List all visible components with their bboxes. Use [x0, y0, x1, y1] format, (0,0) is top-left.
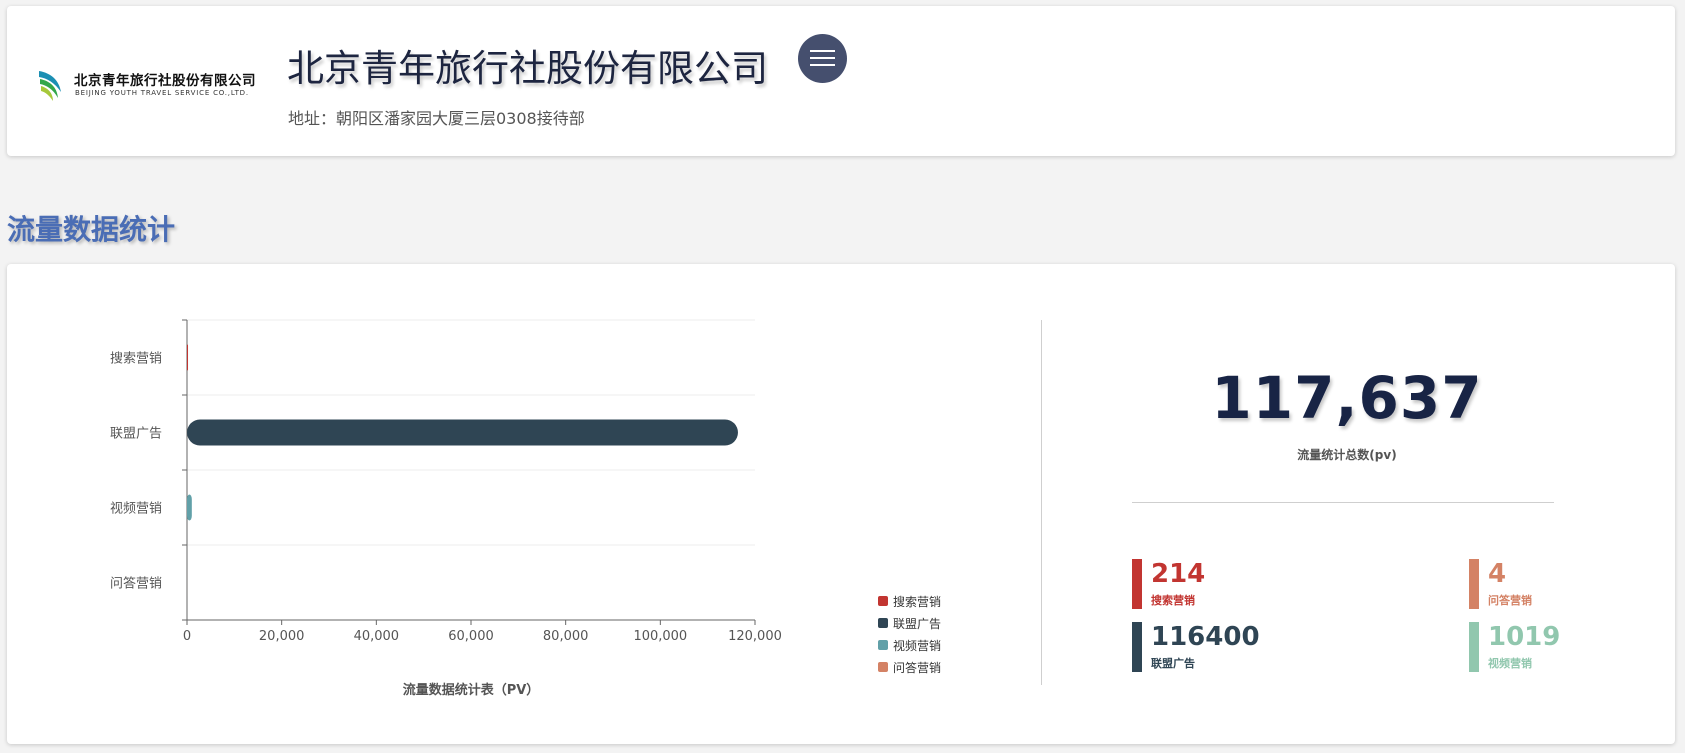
y-category-label: 联盟广告 — [110, 427, 162, 442]
stat-value: 116400 — [1151, 622, 1260, 652]
legend-label: 问答营销 — [893, 660, 941, 675]
stats-card: 0 20,000 40,000 60,000 80,000 100,000 120,000 搜… — [7, 264, 1675, 744]
hamburger-menu-icon — [810, 64, 835, 66]
y-category-label: 问答营销 — [110, 576, 162, 592]
vertical-divider — [1041, 320, 1042, 685]
bar-0 — [187, 344, 189, 371]
hamburger-menu-icon — [810, 50, 835, 52]
stat-value: 1019 — [1488, 622, 1561, 652]
x-tick-label: 40,000 — [354, 629, 400, 644]
stat-color-bar — [1132, 559, 1142, 609]
x-tick-label: 120,000 — [728, 629, 782, 644]
stat-label: 搜索营销 — [1151, 594, 1195, 607]
total-pv-value: 117,637 — [1211, 364, 1483, 432]
legend-label: 视频营销 — [893, 638, 941, 653]
header-card: 北京青年旅行社股份有限公司 BEIJING YOUTH TRAVEL SERVI… — [7, 6, 1675, 156]
stat-label: 联盟广告 — [1151, 657, 1195, 670]
hamburger-menu-icon — [810, 57, 835, 59]
bar-2 — [187, 494, 192, 521]
total-pv-label: 流量统计总数(pv) — [1297, 448, 1397, 462]
stat-value: 214 — [1151, 559, 1206, 589]
legend-marker — [878, 662, 888, 672]
stat-color-bar — [1132, 622, 1142, 672]
logo-chinese-text: 北京青年旅行社股份有限公司 — [74, 73, 256, 89]
legend-label: 联盟广告 — [893, 617, 941, 631]
stat-color-bar — [1469, 559, 1479, 609]
stat-label: 视频营销 — [1488, 657, 1532, 670]
x-tick-label: 0 — [183, 629, 191, 644]
bar-1 — [187, 419, 738, 446]
stat-color-bar — [1469, 622, 1479, 672]
menu-button[interactable] — [798, 34, 847, 83]
x-axis-title: 流量数据统计表（PV） — [403, 682, 540, 698]
x-tick-label: 20,000 — [259, 629, 305, 644]
section-title: 流量数据统计 — [7, 213, 176, 246]
legend-marker — [878, 618, 888, 628]
x-tick-label: 100,000 — [633, 629, 687, 644]
company-address: 地址：朝阳区潘家园大厦三层0308接待部 — [288, 109, 585, 128]
legend-label: 搜索营销 — [893, 594, 941, 609]
x-tick-label: 60,000 — [448, 629, 494, 644]
horizontal-divider — [1132, 502, 1554, 503]
logo-english-text: BEIJING YOUTH TRAVEL SERVICE CO.,LTD. — [75, 89, 249, 97]
y-category-label: 视频营销 — [110, 502, 162, 517]
logo-mark-icon — [39, 71, 61, 101]
x-tick-label: 80,000 — [543, 629, 589, 644]
company-name: 北京青年旅行社股份有限公司 — [287, 47, 768, 90]
company-logo: 北京青年旅行社股份有限公司 BEIJING YOUTH TRAVEL SERVI… — [37, 64, 277, 106]
stat-value: 4 — [1488, 559, 1507, 589]
stat-label: 问答营销 — [1488, 594, 1532, 607]
legend-marker — [878, 596, 888, 606]
traffic-bar-chart: 0 20,000 40,000 60,000 80,000 100,000 120,000 搜… — [110, 319, 941, 698]
legend-marker — [878, 640, 888, 650]
y-category-label: 搜索营销 — [110, 352, 162, 367]
